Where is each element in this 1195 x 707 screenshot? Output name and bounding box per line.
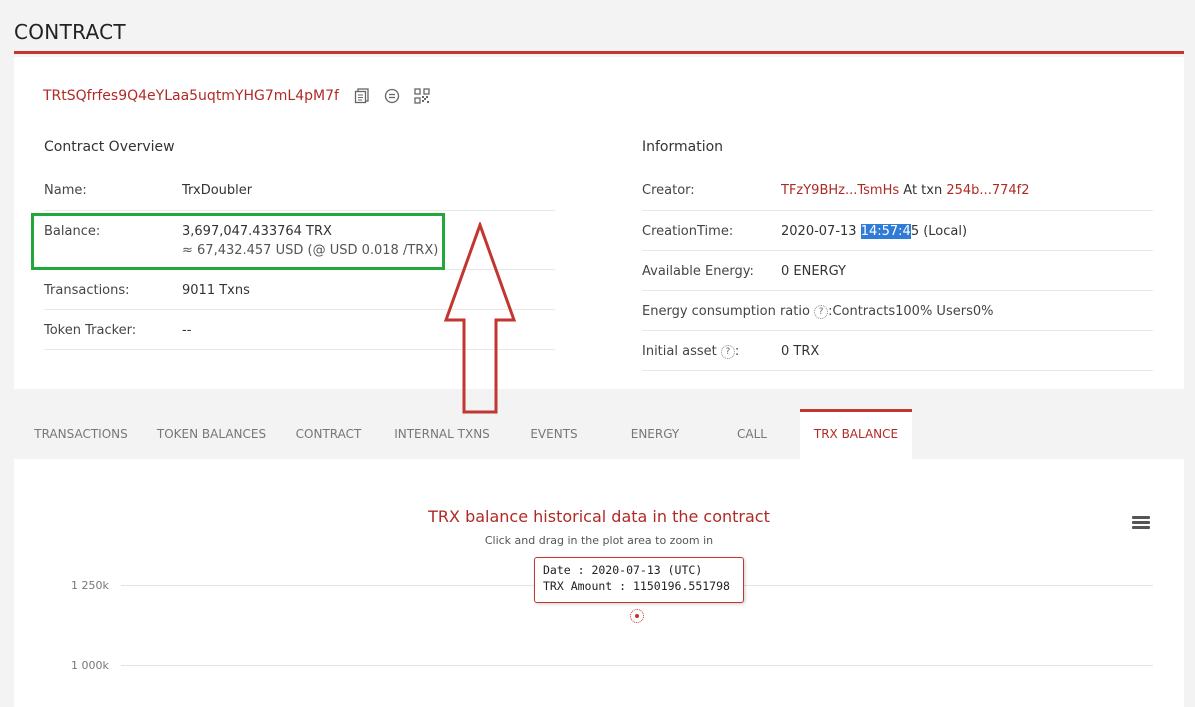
chart-menu-icon[interactable]: [1132, 516, 1150, 530]
contract-address[interactable]: TRtSQfrfes9Q4eYLaa5uqtmYHG7mL4pM7f: [43, 88, 339, 104]
creator-value: TFzY9BHz...TsmHs At txn 254b...774f2: [781, 183, 1029, 198]
help-icon[interactable]: ?: [814, 305, 829, 319]
name-row: Name: TrxDoubler: [44, 171, 555, 211]
qr-code-icon[interactable]: [414, 88, 430, 104]
creation-time-row: CreationTime: 2020-07-13 14:57:45 (Local…: [642, 211, 1153, 251]
gridline-1000k: [121, 665, 1153, 666]
page-title: CONTRACT: [14, 20, 126, 44]
chart-subtitle: Click and drag in the plot area to zoom …: [484, 534, 714, 547]
token-tracker-label: Token Tracker:: [44, 323, 137, 338]
creation-time-selected: 14:57:4: [860, 224, 911, 239]
tab-contract[interactable]: CONTRACT: [275, 409, 382, 459]
tooltip-amount: TRX Amount : 1150196.551798: [543, 579, 730, 593]
creator-address-link[interactable]: TFzY9BHz...TsmHs: [781, 183, 899, 198]
tab-call[interactable]: CALL: [704, 409, 800, 459]
energy-ratio-label: Energy consumption ratio: [642, 304, 810, 319]
copy-icon[interactable]: [354, 88, 370, 104]
header-divider: [14, 51, 1184, 54]
chart-title: TRX balance historical data in the contr…: [428, 507, 770, 526]
energy-ratio-text: Energy consumption ratio ?:Contracts100%…: [642, 304, 993, 319]
tooltip-date: Date : 2020-07-13 (UTC): [543, 563, 703, 577]
name-value: TrxDoubler: [182, 183, 253, 198]
available-energy-value: 0 ENERGY: [781, 264, 846, 279]
creator-at-text: At txn: [899, 183, 947, 198]
help-icon[interactable]: ?: [720, 345, 735, 359]
tag-circle-icon[interactable]: [384, 88, 400, 104]
y-tick-1250k: 1 250k: [71, 579, 109, 592]
tab-bar: TRANSACTIONS TOKEN BALANCES CONTRACT INT…: [14, 409, 1184, 459]
transactions-value: 9011 Txns: [182, 283, 250, 298]
tab-transactions[interactable]: TRANSACTIONS: [14, 409, 148, 459]
contract-overview-title: Contract Overview: [44, 139, 175, 155]
available-energy-row: Available Energy: 0 ENERGY: [642, 251, 1153, 291]
token-tracker-value: --: [182, 323, 192, 338]
trx-balance-chart[interactable]: TRX balance historical data in the contr…: [14, 459, 1184, 707]
creator-label: Creator:: [642, 183, 695, 198]
information-title: Information: [642, 139, 724, 155]
creation-time-label: CreationTime:: [642, 224, 734, 239]
tab-trx-balance[interactable]: TRX BALANCE: [800, 409, 912, 459]
transactions-label: Transactions:: [44, 283, 130, 298]
data-point[interactable]: [630, 609, 644, 623]
creation-time-rest: 5 (Local): [910, 224, 968, 239]
available-energy-label: Available Energy:: [642, 264, 754, 279]
energy-ratio-value: :Contracts100% Users0%: [828, 304, 994, 319]
initial-asset-label: Initial asset: [642, 344, 717, 359]
chart-tooltip: Date : 2020-07-13 (UTC) TRX Amount : 115…: [534, 557, 744, 603]
creator-txn-link[interactable]: 254b...774f2: [946, 183, 1029, 198]
initial-asset-text: Initial asset ?:: [642, 344, 739, 359]
initial-asset-colon: :: [734, 344, 740, 359]
balance-highlight-box: [31, 213, 445, 270]
tab-energy[interactable]: ENERGY: [606, 409, 704, 459]
creator-row: Creator: TFzY9BHz...TsmHs At txn 254b...…: [642, 171, 1153, 211]
y-tick-1000k: 1 000k: [71, 659, 109, 672]
initial-asset-value: 0 TRX: [781, 344, 820, 359]
up-arrow-annotation: [443, 222, 517, 414]
initial-asset-row: Initial asset ?: 0 TRX: [642, 331, 1153, 371]
name-label: Name:: [44, 183, 87, 198]
creation-date: 2020-07-13: [781, 224, 861, 239]
address-row: TRtSQfrfes9Q4eYLaa5uqtmYHG7mL4pM7f: [43, 88, 430, 104]
energy-ratio-row: Energy consumption ratio ?:Contracts100%…: [642, 291, 1153, 331]
creation-time-value: 2020-07-13 14:57:45 (Local): [781, 224, 967, 239]
tab-token-balances[interactable]: TOKEN BALANCES: [148, 409, 275, 459]
